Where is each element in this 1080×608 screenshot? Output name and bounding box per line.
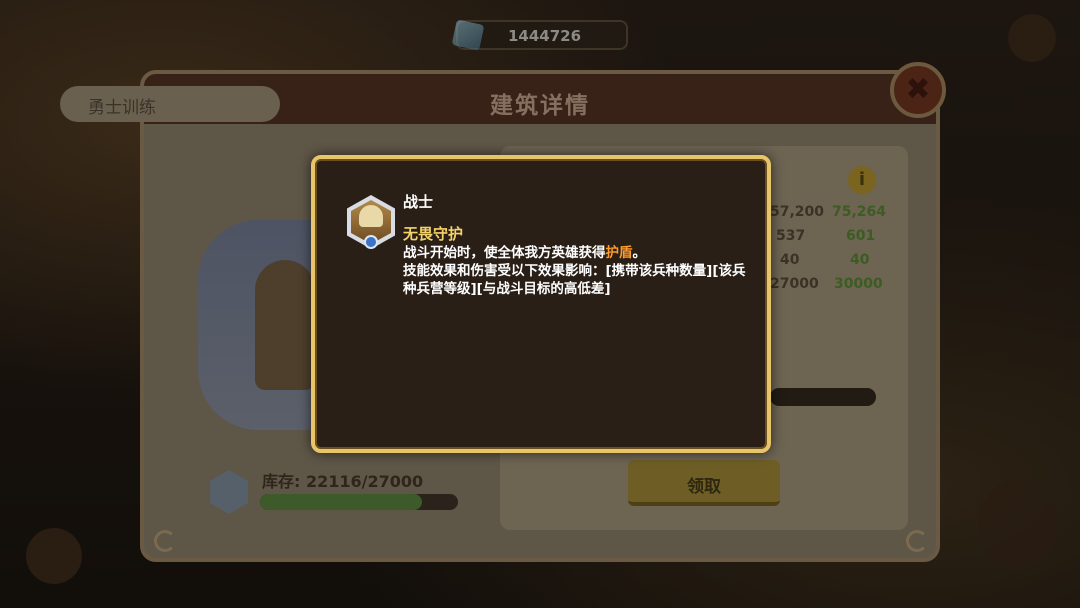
level-badge-icon [364,235,378,249]
troop-name: 战士 [403,193,434,211]
skill-description: 战斗开始时，使全体我方英雄获得护盾。 技能效果和伤害受以下效果影响：[携带该兵种… [403,244,753,298]
training-progress-bar [770,388,876,406]
currency-amount: 1444726 [508,27,582,45]
stat-old-value: 40 [780,252,800,268]
skill-name: 无畏守护 [403,225,464,243]
stat-old-value: 57,200 [770,204,825,220]
close-icon: ✖ [905,72,931,107]
helmet-icon [359,205,383,227]
top-left-hud-label: — [88,24,106,45]
currency-display: 1444726 [451,19,628,51]
right-hero-button[interactable] [978,480,1058,570]
stock-progress-fill [260,494,423,510]
stat-new-value: 30000 [834,276,883,292]
stat-old-value: 27000 [770,276,819,292]
skill-desc-line1-suffix: 。 [632,245,647,261]
skill-desc-line1-prefix: 战斗开始时，使全体我方英雄获得 [403,245,606,261]
info-icon[interactable]: i [848,166,876,194]
barracks-tab-label: 勇士训练 [88,98,156,118]
corner-swirl-icon [906,530,928,552]
skill-desc-keyword: 护盾 [605,245,633,261]
stat-old-value: 537 [776,228,806,244]
top-right-avatar[interactable] [1008,14,1056,62]
claim-button[interactable]: 领取 [628,460,780,506]
skill-tooltip: 战士 无畏守护 战斗开始时，使全体我方英雄获得护盾。 技能效果和伤害受以下效果影… [311,155,771,453]
warrior-figure-image [255,260,315,390]
gem-icon [451,19,485,51]
stat-new-value: 601 [846,228,876,244]
skill-desc-line2: 技能效果和伤害受以下效果影响：[携带该兵种数量][该兵种兵营等级][与战斗目标的… [403,263,746,297]
stat-new-value: 40 [850,252,870,268]
corner-swirl-icon [154,530,176,552]
left-menu-button[interactable] [26,528,82,584]
barracks-tab[interactable]: 勇士训练 [60,86,280,122]
claim-button-label: 领取 [687,477,721,497]
stat-new-value: 75,264 [832,204,887,220]
close-button[interactable]: ✖ [890,62,946,118]
stock-label: 库存: 22116/27000 [262,472,424,491]
stock-progress-bar [260,494,458,510]
